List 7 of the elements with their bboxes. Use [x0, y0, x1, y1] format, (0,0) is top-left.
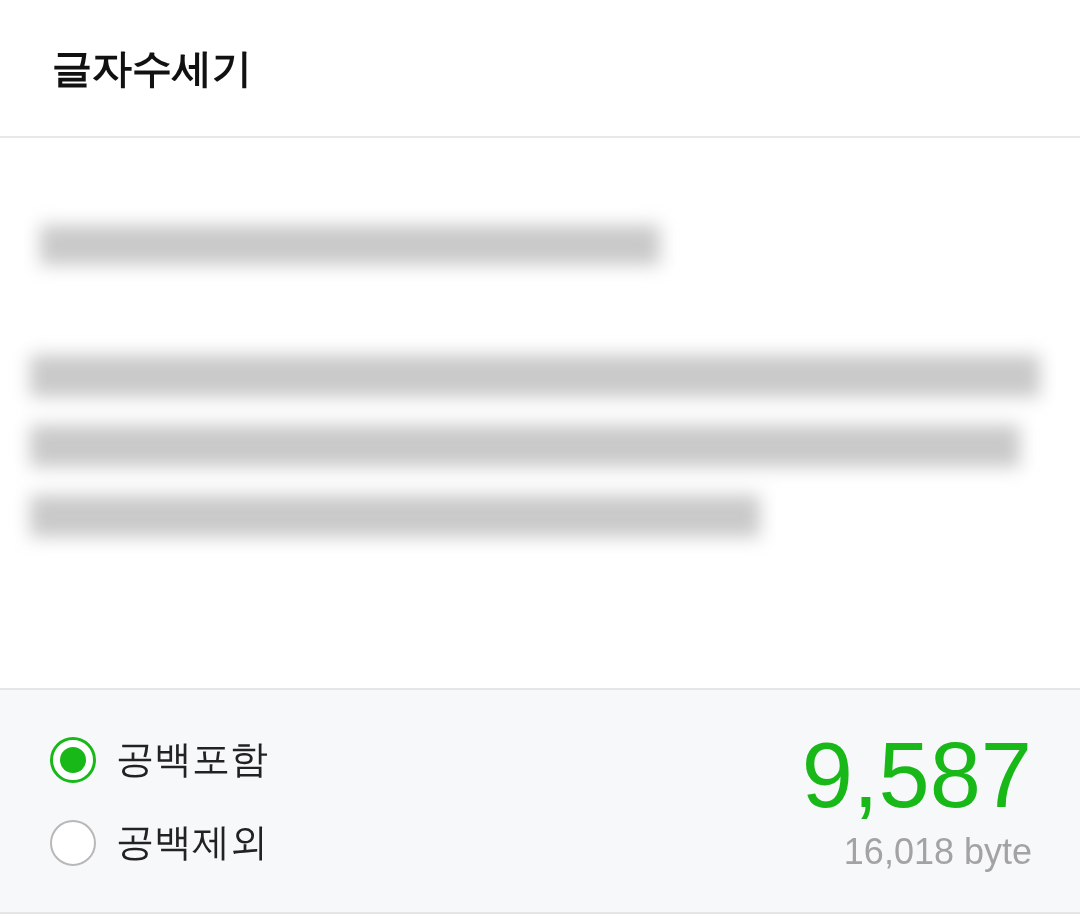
- page-title: 글자수세기: [52, 43, 252, 93]
- radio-icon[interactable]: [50, 819, 96, 866]
- radio-icon[interactable]: [50, 736, 96, 783]
- character-count: 9,587: [801, 729, 1032, 821]
- radio-option[interactable]: 공백제외: [50, 817, 268, 868]
- byte-count: 16,018 byte: [843, 831, 1032, 873]
- radio-option[interactable]: 공백포함: [50, 734, 268, 785]
